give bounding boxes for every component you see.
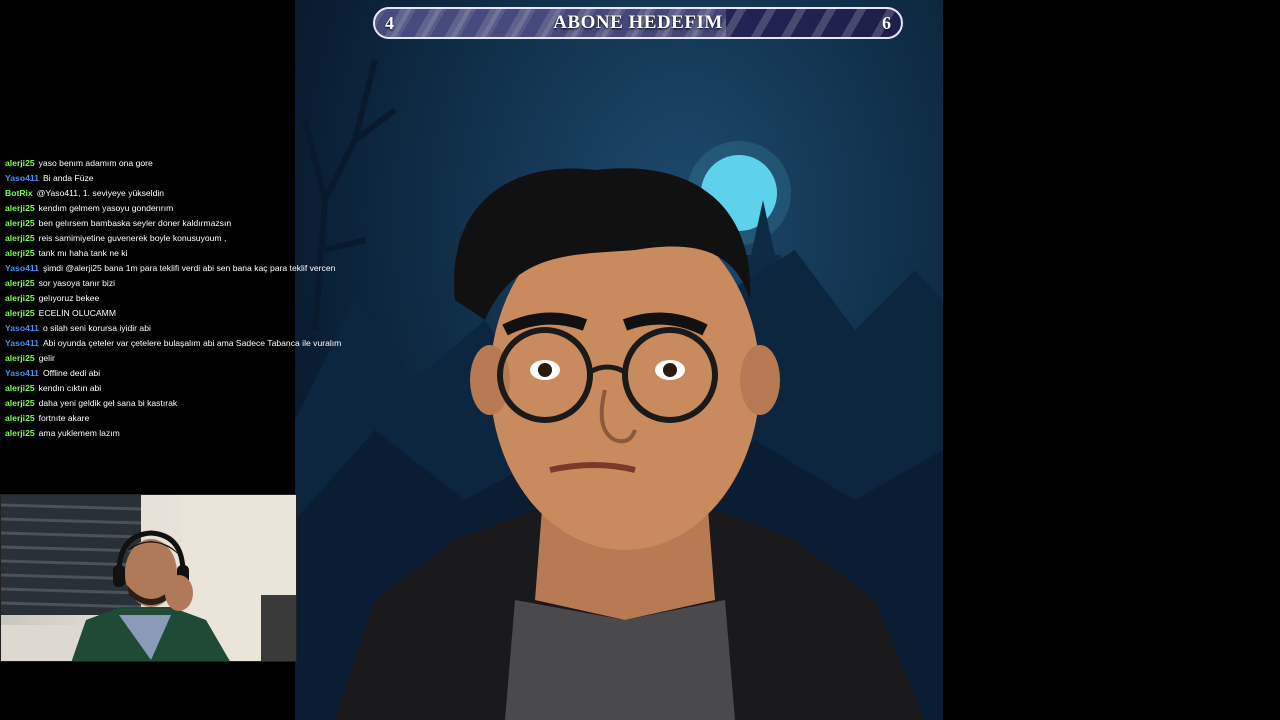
chat-message: alerji25 kendım gelmem yasoyu gonderırım [5, 201, 365, 216]
chat-username: alerji25 [5, 203, 35, 213]
chat-message: Yaso411 Offline dedi abi [5, 366, 365, 381]
chat-message: Yaso411 o silah seni korursa iyidir abi [5, 321, 365, 336]
chat-text: sor yasoya tanır bizi [38, 278, 116, 288]
webcam-image [1, 495, 296, 661]
chat-username: alerji25 [5, 278, 35, 288]
webcam-feed [0, 494, 297, 662]
chat-username: Yaso411 [5, 323, 39, 333]
chat-message: Yaso411 Abi oyunda çeteler var çetelere b… [5, 336, 365, 351]
chat-text: gelir [38, 353, 55, 363]
chat-username: alerji25 [5, 413, 35, 423]
chat-username: BotRix [5, 188, 33, 198]
chat-message: alerji25 ama yuklemem lazım [5, 426, 365, 441]
chat-message: alerji25 gelir [5, 351, 365, 366]
chat-username: alerji25 [5, 428, 35, 438]
chat-text: kendım gelmem yasoyu gonderırım [38, 203, 174, 213]
chat-text: kendın cıktın abi [38, 383, 102, 393]
chat-message: BotRix @Yaso411, 1. seviyeye yükseldin [5, 186, 365, 201]
chat-message: alerji25 ben gelırsem bambaska seyler don… [5, 216, 365, 231]
chat-text: ama yuklemem lazım [38, 428, 120, 438]
chat-text: ben gelırsem bambaska seyler doner kaldı… [38, 218, 232, 228]
chat-username: alerji25 [5, 218, 35, 228]
chat-text: reis samimiyetine guvenerek boyle konusu… [38, 233, 227, 243]
chat-overlay: alerji25 yaso benım adamım ona gore Yaso41… [5, 156, 365, 441]
chat-message: alerji25 tank mı haha tank ne ki [5, 246, 365, 261]
chat-text: şimdi @alerji25 bana 1m para teklifi ver… [42, 263, 336, 273]
chat-message: alerji25 reis samimiyetine guvenerek boyl… [5, 231, 365, 246]
chat-message: alerji25 kendın cıktın abi [5, 381, 365, 396]
goal-title: ABONE HEDEFIM [553, 12, 723, 33]
subscriber-goal-bar: 4 ABONE HEDEFIM 6 [373, 7, 903, 39]
chat-username: alerji25 [5, 308, 35, 318]
chat-username: alerji25 [5, 398, 35, 408]
chat-text: tank mı haha tank ne ki [38, 248, 128, 258]
chat-message: alerji25 daha yeni geldik gel sana bi kas… [5, 396, 365, 411]
chat-username: Yaso411 [5, 173, 39, 183]
chat-text: fortnıte akare [38, 413, 90, 423]
chat-username: alerji25 [5, 233, 35, 243]
cartoon-portrait [295, 59, 943, 720]
chat-username: Yaso411 [5, 338, 39, 348]
chat-text: Abi oyunda çeteler var çetelere bulaşalı… [42, 338, 342, 348]
chat-message: alerji25 gelıyoruz bekee [5, 291, 365, 306]
chat-username: alerji25 [5, 248, 35, 258]
chat-text: @Yaso411, 1. seviyeye yükseldin [36, 188, 165, 198]
chat-message: alerji25 ECELİN OLUCAMM [5, 306, 365, 321]
chat-message: alerji25 yaso benım adamım ona gore [5, 156, 365, 171]
goal-target-count: 6 [882, 13, 891, 33]
chat-text: Bi anda Füze [42, 173, 94, 183]
chat-username: Yaso411 [5, 368, 39, 378]
chat-text: Offline dedi abi [42, 368, 101, 378]
chat-text: daha yeni geldik gel sana bi kastırak [38, 398, 178, 408]
chat-username: alerji25 [5, 383, 35, 393]
chat-message: Yaso411 Bi anda Füze [5, 171, 365, 186]
chat-message: Yaso411 şimdi @alerji25 bana 1m para tekl… [5, 261, 365, 276]
chat-username: alerji25 [5, 158, 35, 168]
chat-message: alerji25 sor yasoya tanır bizi [5, 276, 365, 291]
chat-message: alerji25 fortnıte akare [5, 411, 365, 426]
chat-username: alerji25 [5, 293, 35, 303]
chat-username: Yaso411 [5, 263, 39, 273]
chat-text: ECELİN OLUCAMM [38, 308, 116, 318]
stream-artwork [295, 0, 943, 720]
chat-text: gelıyoruz bekee [38, 293, 100, 303]
chat-username: alerji25 [5, 353, 35, 363]
chat-text: yaso benım adamım ona gore [38, 158, 153, 168]
chat-text: o silah seni korursa iyidir abi [42, 323, 151, 333]
